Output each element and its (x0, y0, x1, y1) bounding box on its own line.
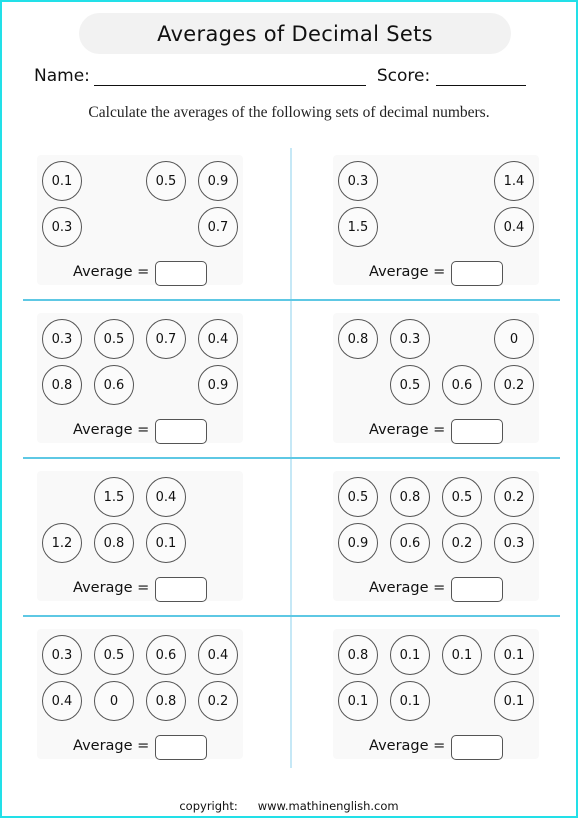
number-bubble: 0.4 (42, 681, 82, 721)
website-link[interactable]: www.mathinenglish.com (258, 799, 399, 813)
name-label: Name: (34, 66, 90, 86)
number-bubble: 0.9 (198, 161, 238, 201)
average-row: Average = (37, 419, 243, 445)
number-bubble: 0.8 (338, 635, 378, 675)
number-bubble: 1.5 (94, 477, 134, 517)
number-bubble: 0.6 (94, 365, 134, 405)
average-row: Average = (333, 419, 539, 445)
page-title: Averages of Decimal Sets (157, 21, 433, 46)
problem-panel: 0.3 0.5 0.7 0.4 0.8 0.6 0.9 Average = (37, 313, 243, 445)
average-label: Average = (73, 422, 150, 438)
problem-panel: 0.8 0.3 0 0.5 0.6 0.2 Average = (333, 313, 539, 445)
average-label: Average = (369, 422, 446, 438)
row-divider (23, 299, 560, 301)
average-row: Average = (37, 735, 243, 761)
average-answer-box[interactable] (451, 419, 503, 444)
number-bubble: 0.9 (198, 365, 238, 405)
number-bubble: 0 (494, 319, 534, 359)
number-bubble: 0.1 (390, 681, 430, 721)
number-bubble: 0.8 (42, 365, 82, 405)
row-divider (23, 457, 560, 459)
number-bubble: 0.3 (42, 319, 82, 359)
score-field[interactable] (436, 68, 527, 86)
number-bubble: 0.4 (146, 477, 186, 517)
number-bubble: 0.1 (494, 635, 534, 675)
number-bubble: 0.2 (494, 477, 534, 517)
number-bubble: 0.2 (494, 365, 534, 405)
number-bubble: 0.8 (94, 523, 134, 563)
average-answer-box[interactable] (155, 577, 207, 602)
number-bubble: 0.6 (442, 365, 482, 405)
number-bubble: 0.4 (494, 207, 534, 247)
number-bubble: 0.3 (42, 207, 82, 247)
number-bubble: 1.5 (338, 207, 378, 247)
footer: copyright: www.mathinenglish.com (2, 799, 576, 813)
problem-panel: 1.5 0.4 1.2 0.8 0.1 Average = (37, 471, 243, 603)
row-divider (23, 615, 560, 617)
instructions: Calculate the averages of the following … (88, 104, 490, 121)
worksheet-page: Averages of Decimal Sets Name: Score: Ca… (0, 0, 578, 818)
copyright-label: copyright: (179, 799, 238, 813)
average-answer-box[interactable] (155, 735, 207, 760)
number-bubble: 0.9 (338, 523, 378, 563)
number-bubble: 0.5 (146, 161, 186, 201)
average-label: Average = (369, 264, 446, 280)
number-bubble: 0.1 (494, 681, 534, 721)
number-bubble: 0.8 (146, 681, 186, 721)
average-label: Average = (73, 580, 150, 596)
average-row: Average = (37, 577, 243, 603)
average-answer-box[interactable] (155, 261, 207, 286)
title-banner: Averages of Decimal Sets (79, 13, 511, 54)
number-bubble: 0.2 (442, 523, 482, 563)
average-answer-box[interactable] (451, 261, 503, 286)
number-bubble: 0.5 (94, 635, 134, 675)
number-bubble: 0.4 (198, 319, 238, 359)
score-label: Score: (376, 66, 431, 86)
number-bubble: 0.5 (390, 365, 430, 405)
number-bubble: 0.8 (390, 477, 430, 517)
number-bubble: 0.1 (42, 161, 82, 201)
average-row: Average = (333, 261, 539, 287)
problem-panel: 0.1 0.5 0.9 0.3 0.7 Average = (37, 155, 243, 287)
average-row: Average = (333, 735, 539, 761)
number-bubble: 1.2 (42, 523, 82, 563)
number-bubble: 0.1 (146, 523, 186, 563)
number-bubble: 0.3 (390, 319, 430, 359)
number-bubble: 0.6 (146, 635, 186, 675)
problem-panel: 0.5 0.8 0.5 0.2 0.9 0.6 0.2 0.3 Average = (333, 471, 539, 603)
number-bubble: 0.7 (146, 319, 186, 359)
problem-panel: 0.3 0.5 0.6 0.4 0.4 0 0.8 0.2 Average = (37, 629, 243, 761)
name-field[interactable] (93, 68, 366, 86)
problem-panel: 0.8 0.1 0.1 0.1 0.1 0.1 0.1 Average = (333, 629, 539, 761)
number-bubble: 0.5 (338, 477, 378, 517)
average-answer-box[interactable] (451, 577, 503, 602)
number-bubble: 0.1 (442, 635, 482, 675)
average-answer-box[interactable] (155, 419, 207, 444)
number-bubble: 1.4 (494, 161, 534, 201)
number-bubble: 0.7 (198, 207, 238, 247)
number-bubble: 0.3 (494, 523, 534, 563)
number-bubble: 0.8 (338, 319, 378, 359)
number-bubble: 0.6 (390, 523, 430, 563)
average-label: Average = (369, 738, 446, 754)
average-label: Average = (369, 580, 446, 596)
average-label: Average = (73, 738, 150, 754)
number-bubble: 0.4 (198, 635, 238, 675)
name-score-row: Name: Score: (34, 62, 534, 86)
number-bubble: 0.1 (338, 681, 378, 721)
number-bubble: 0.2 (198, 681, 238, 721)
number-bubble: 0.5 (94, 319, 134, 359)
average-row: Average = (333, 577, 539, 603)
average-answer-box[interactable] (451, 735, 503, 760)
number-bubble: 0.3 (338, 161, 378, 201)
number-bubble: 0.5 (442, 477, 482, 517)
average-row: Average = (37, 261, 243, 287)
problem-panel: 0.3 1.4 1.5 0.4 Average = (333, 155, 539, 287)
number-bubble: 0.1 (390, 635, 430, 675)
average-label: Average = (73, 264, 150, 280)
number-bubble: 0 (94, 681, 134, 721)
number-bubble: 0.3 (42, 635, 82, 675)
